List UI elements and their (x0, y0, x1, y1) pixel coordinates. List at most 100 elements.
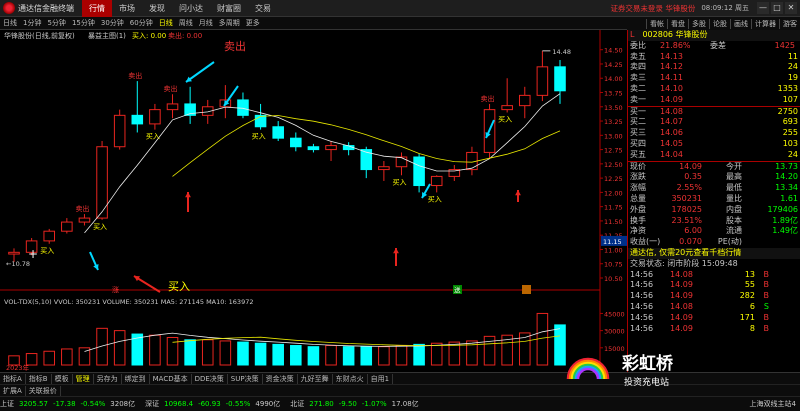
indicator-tab[interactable]: 东财点火 (333, 373, 368, 384)
sell-level-row[interactable]: 卖二 14.10 1353 (628, 84, 800, 95)
indicator-tab[interactable]: SUP决策 (228, 373, 263, 384)
volume-bar[interactable] (43, 350, 56, 366)
indicator-tab[interactable]: 九好至舞 (298, 373, 333, 384)
period-tab[interactable]: 1分钟 (20, 18, 44, 28)
toolbar-tab[interactable]: 看帐 (646, 18, 667, 29)
volume-bar[interactable] (219, 340, 232, 366)
period-tab[interactable]: 日线 (156, 18, 176, 28)
candle[interactable] (325, 145, 337, 151)
indicator-tab[interactable]: 指标B (26, 373, 52, 384)
volume-bar[interactable] (307, 346, 320, 366)
candle[interactable] (554, 66, 566, 92)
buy-level-row[interactable]: 买一 14.08 2750 (628, 107, 800, 118)
period-tab[interactable]: 60分钟 (127, 18, 156, 28)
toolbar-tab[interactable]: 画线 (730, 18, 751, 29)
indicator-tab[interactable]: 另存为 (94, 373, 122, 384)
candle[interactable] (430, 175, 443, 187)
period-tab[interactable]: 月线 (196, 18, 216, 28)
menu-tab[interactable]: 行情 (82, 0, 112, 17)
candle[interactable] (149, 109, 161, 125)
volume-bar[interactable] (237, 341, 249, 366)
candle[interactable] (43, 230, 56, 242)
candle[interactable] (8, 251, 20, 255)
main-indicator-label[interactable]: 暴益主图(1) (88, 31, 126, 40)
extension-tab[interactable]: 扩展A (0, 385, 26, 396)
candle[interactable] (254, 114, 267, 128)
candle[interactable] (413, 156, 425, 187)
candle[interactable] (237, 99, 249, 116)
period-tab[interactable]: 周线 (176, 18, 196, 28)
indicator-tab[interactable]: 模板 (52, 373, 73, 384)
toolbar-tab[interactable]: 论股 (709, 18, 730, 29)
menu-tab[interactable]: 财富圈 (210, 0, 248, 17)
volume-bar[interactable] (96, 327, 108, 366)
candle[interactable] (131, 114, 144, 125)
volume-bar[interactable] (378, 346, 390, 366)
indicator-tab[interactable]: 绑定到 (122, 373, 150, 384)
period-tab[interactable]: 多周期 (216, 18, 243, 28)
volume-bar[interactable] (113, 330, 126, 366)
toolbar-tab[interactable]: 多股 (688, 18, 709, 29)
index-ticker[interactable]: 北证 271.80 -9.50 -1.07% 17.08亿 (290, 399, 423, 409)
candle[interactable] (113, 114, 126, 148)
menu-tab[interactable]: 交易 (248, 0, 278, 17)
kline-chart[interactable]: 华锋股份(日线,前复权) 暴益主图(1) 买入: 0.00 卖出: 0.00 14.50… (0, 30, 627, 372)
period-tab[interactable]: 30分钟 (98, 18, 127, 28)
candle[interactable] (518, 94, 531, 107)
buy-level-row[interactable]: 买二 14.07 693 (628, 117, 800, 128)
buy-level-row[interactable]: 买三 14.06 255 (628, 128, 800, 139)
candle[interactable] (536, 66, 549, 96)
volume-bar[interactable] (360, 346, 373, 366)
volume-bar[interactable] (325, 345, 337, 366)
candle[interactable] (272, 126, 284, 139)
menu-tab[interactable]: 市场 (112, 0, 142, 17)
menu-tab[interactable]: 问小达 (172, 0, 210, 17)
period-tab[interactable]: 日线 (0, 18, 20, 28)
candle[interactable] (96, 146, 108, 219)
buy-level-row[interactable]: 买四 14.05 103 (628, 139, 800, 150)
volume-bar[interactable] (184, 339, 196, 366)
volume-bar[interactable] (61, 348, 73, 366)
index-ticker[interactable]: 上证 3205.57 -17.38 -0.54% 3208亿 (0, 399, 140, 409)
volume-bar[interactable] (201, 339, 214, 366)
indicator-tab[interactable]: MACD基本 (150, 373, 192, 384)
toolbar-tab[interactable]: 看盘 (667, 18, 688, 29)
menu-tab[interactable]: 发现 (142, 0, 172, 17)
indicator-tab[interactable]: 管理 (73, 373, 94, 384)
candle[interactable] (78, 217, 91, 223)
sell-level-row[interactable]: 卖五 14.13 11 (628, 52, 800, 63)
extension-tab[interactable]: 关联报价 (26, 385, 61, 396)
period-tab[interactable]: 5分钟 (44, 18, 68, 28)
minimize-icon[interactable]: — (757, 2, 769, 14)
toolbar-tab[interactable]: 游客 (779, 18, 800, 29)
indicator-tab[interactable]: 资金决策 (263, 373, 298, 384)
buy-level-row[interactable]: 买五 14.04 24 (628, 150, 800, 161)
sell-level-row[interactable]: 卖四 14.12 24 (628, 62, 800, 73)
volume-bar[interactable] (413, 343, 425, 366)
volume-bar[interactable] (272, 343, 284, 366)
sell-level-row[interactable]: 卖一 14.09 107 (628, 95, 800, 106)
volume-bar[interactable] (536, 312, 549, 366)
candle[interactable] (307, 146, 320, 151)
period-tab[interactable]: 15分钟 (69, 18, 98, 28)
volume-bar[interactable] (254, 342, 267, 366)
volume-bar[interactable] (290, 345, 302, 366)
period-tab[interactable]: 更多 (243, 18, 263, 28)
candle[interactable] (166, 103, 179, 111)
indicator-tab[interactable]: 指标A (0, 373, 26, 384)
candle[interactable] (290, 137, 302, 148)
maximize-icon[interactable]: □ (771, 2, 783, 14)
candle[interactable] (501, 105, 513, 111)
promo-banner[interactable]: 通达信, 仅需20元查看千档行情 (628, 247, 800, 259)
indicator-tab[interactable]: 自用1 (368, 373, 394, 384)
toolbar-tab[interactable]: 计算器 (751, 18, 779, 29)
sell-level-row[interactable]: 卖三 14.11 19 (628, 73, 800, 84)
volume-bar[interactable] (342, 346, 355, 366)
index-ticker[interactable]: 深证 10968.4 -60.93 -0.55% 4990亿 (145, 399, 285, 409)
indicator-tab[interactable]: DDE决策 (192, 373, 228, 384)
candle[interactable] (61, 221, 73, 232)
candle[interactable] (378, 166, 390, 171)
candle[interactable] (395, 156, 408, 168)
volume-bar[interactable] (395, 345, 408, 366)
volume-bar[interactable] (430, 342, 443, 366)
